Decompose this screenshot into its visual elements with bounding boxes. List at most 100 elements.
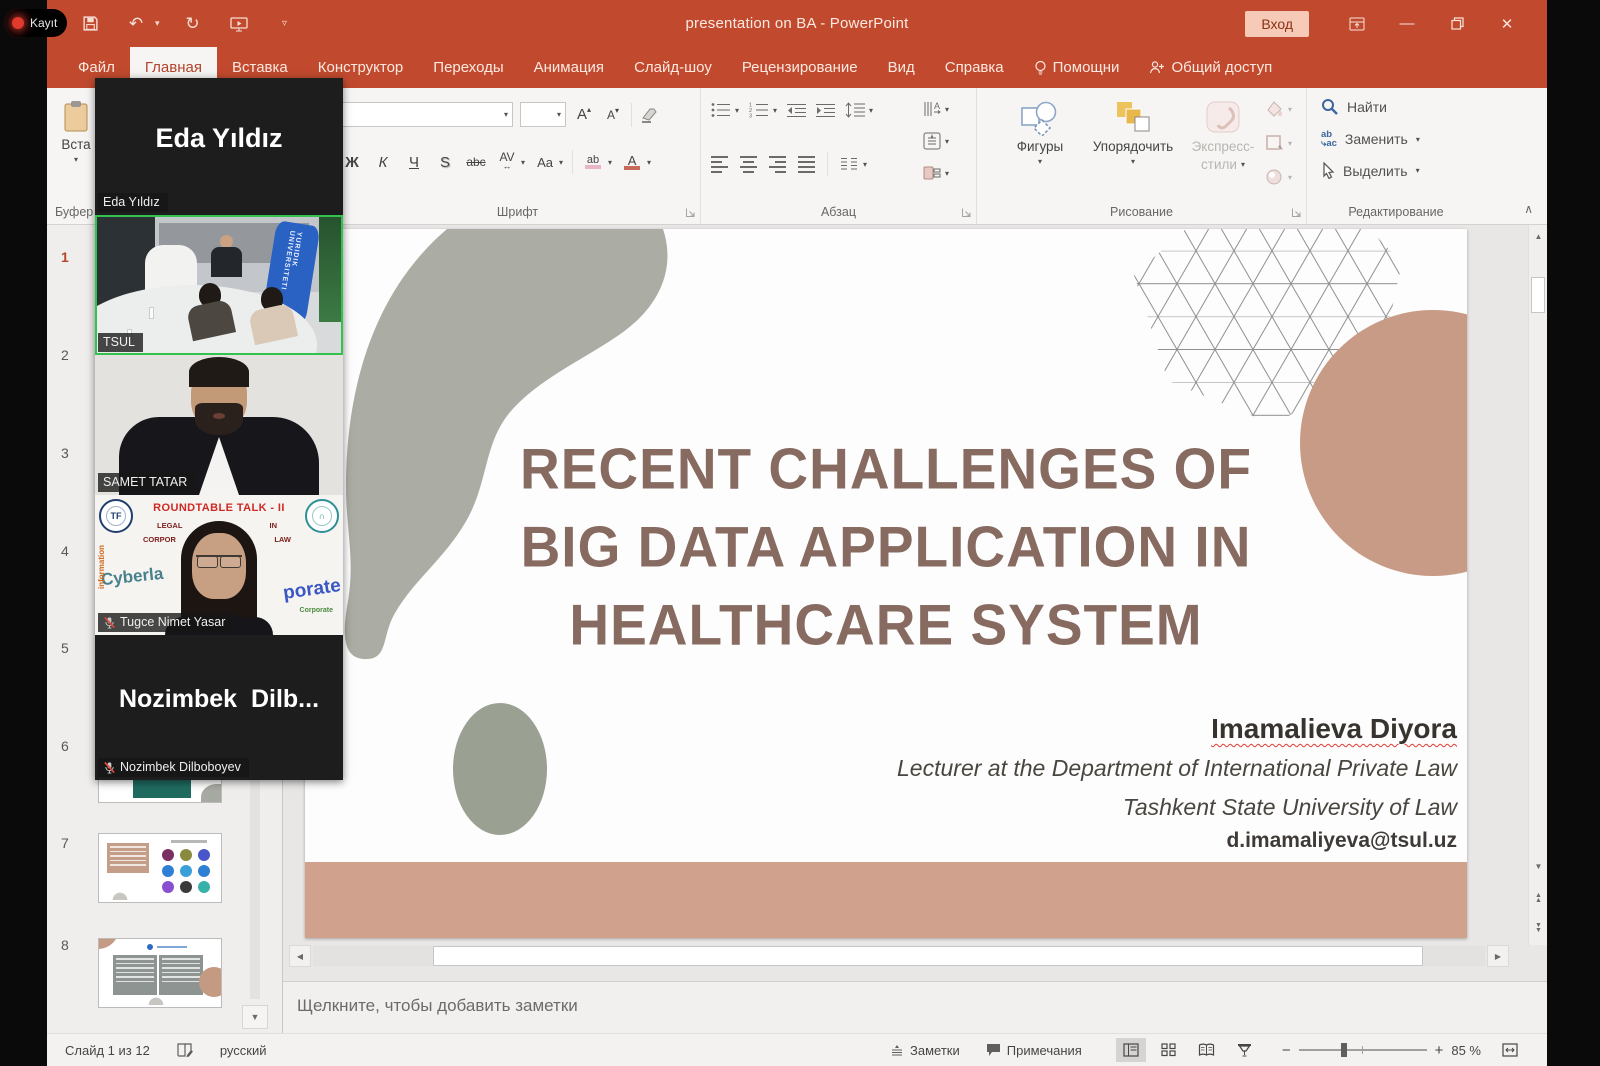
scroll-left-icon[interactable]: ◀ (289, 945, 311, 967)
horizontal-scroll-thumb[interactable] (433, 946, 1423, 966)
thumb-number-3[interactable]: 3 (61, 445, 69, 461)
next-slide-button[interactable]: ▼▼ (1530, 919, 1547, 937)
participant-tile-samet[interactable]: SAMET TATAR (95, 355, 343, 495)
language-indicator[interactable]: русский (220, 1043, 267, 1058)
previous-slide-button[interactable]: ▲▲ (1530, 889, 1547, 907)
zoom-slider[interactable] (1299, 1049, 1427, 1051)
shape-outline-icon[interactable] (1265, 134, 1284, 152)
zoom-slider-thumb[interactable] (1341, 1043, 1347, 1057)
vertical-scroll-thumb[interactable] (1531, 277, 1545, 313)
ribbon-display-options-icon[interactable] (1337, 9, 1377, 39)
notes-pane[interactable]: Щелкните, чтобы добавить заметки (283, 981, 1547, 1033)
tab-share[interactable]: Общий доступ (1134, 47, 1287, 88)
close-button[interactable]: ✕ (1487, 9, 1527, 39)
notes-toggle[interactable]: Заметки (890, 1043, 960, 1058)
quick-styles-button[interactable]: Экспресс- стили▾ (1183, 100, 1263, 172)
paste-button[interactable]: Вста ▾ (61, 100, 91, 164)
font-name-combobox[interactable]: ▾ (341, 102, 513, 127)
participant-tile-eda[interactable]: Eda Yıldız Eda Yıldız (95, 78, 343, 215)
change-case-button[interactable]: Aa (534, 150, 556, 174)
slideshow-view-button[interactable] (1230, 1038, 1260, 1062)
columns-button[interactable] (840, 157, 858, 171)
fit-slide-to-window-icon[interactable] (1495, 1038, 1525, 1062)
tab-help[interactable]: Справка (930, 47, 1019, 88)
zoom-in-icon[interactable]: + (1435, 1042, 1444, 1059)
font-dialog-launcher-icon[interactable] (685, 207, 696, 218)
slide-sorter-view-button[interactable] (1154, 1038, 1184, 1062)
thumb-number-5[interactable]: 5 (61, 640, 69, 656)
thumb-number-1[interactable]: 1 (61, 249, 69, 265)
thumbnail-scroll-down-icon[interactable]: ▼ (242, 1005, 268, 1029)
shapes-button[interactable]: Фигуры ▾ (997, 100, 1083, 166)
shrink-font-button[interactable]: А▾ (602, 103, 624, 127)
grow-font-button[interactable]: А▴ (573, 103, 595, 127)
participant-tile-nozimbek[interactable]: Nozimbek Dilb... Nozimbek Dilboboyev (95, 635, 343, 780)
italic-button[interactable]: К (372, 150, 394, 174)
slide-title[interactable]: RECENT CHALLENGES OF BIG DATA APPLICATIO… (305, 431, 1467, 665)
character-spacing-button[interactable]: AV↔ (496, 150, 518, 174)
align-left-button[interactable] (711, 153, 728, 176)
text-highlight-button[interactable]: ab (582, 150, 604, 174)
tab-assistant[interactable]: Помощни (1019, 47, 1135, 88)
convert-smartart-button[interactable] (923, 164, 941, 182)
align-text-button[interactable] (923, 132, 941, 150)
thumb-number-6[interactable]: 6 (61, 738, 69, 754)
find-button[interactable]: Найти (1347, 99, 1387, 115)
tab-slideshow[interactable]: Слайд-шоу (619, 47, 727, 88)
shape-fill-icon[interactable] (1265, 100, 1284, 118)
font-color-button[interactable]: А (621, 150, 643, 174)
sign-in-button[interactable]: Вход (1245, 11, 1309, 37)
clear-formatting-icon[interactable] (639, 103, 661, 127)
thumb-number-4[interactable]: 4 (61, 543, 69, 559)
minimize-button[interactable]: — (1387, 9, 1427, 39)
text-direction-button[interactable]: A (923, 100, 941, 118)
notes-placeholder[interactable]: Щелкните, чтобы добавить заметки (297, 996, 578, 1016)
thumb-number-2[interactable]: 2 (61, 347, 69, 363)
scroll-up-icon[interactable]: ▲ (1530, 227, 1547, 245)
thumb-number-8[interactable]: 8 (61, 937, 69, 953)
zoom-level[interactable]: 85 % (1451, 1043, 1481, 1058)
align-center-button[interactable] (740, 153, 757, 176)
slide-editor[interactable]: RECENT CHALLENGES OF BIG DATA APPLICATIO… (305, 229, 1467, 938)
slide-7-thumbnail[interactable] (98, 833, 222, 903)
select-button[interactable]: Выделить (1343, 163, 1408, 179)
reading-view-button[interactable] (1192, 1038, 1222, 1062)
text-shadow-button[interactable]: S (434, 150, 456, 174)
restore-button[interactable] (1437, 9, 1477, 39)
zoom-out-icon[interactable]: − (1282, 1042, 1291, 1059)
author-block[interactable]: Imamalieva Diyora Lecturer at the Depart… (897, 713, 1457, 853)
scroll-right-icon[interactable]: ▶ (1487, 945, 1509, 967)
paragraph-dialog-launcher-icon[interactable] (961, 207, 972, 218)
slide-counter[interactable]: Слайд 1 из 12 (65, 1043, 150, 1058)
comments-toggle[interactable]: Примечания (986, 1043, 1082, 1058)
tab-animations[interactable]: Анимация (519, 47, 619, 88)
underline-button[interactable]: Ч (403, 150, 425, 174)
strikethrough-button[interactable]: abc (465, 150, 487, 174)
tab-view[interactable]: Вид (873, 47, 930, 88)
participant-tile-tsul[interactable]: YURIDIK UNIVERSITETI TSUL (95, 215, 343, 355)
bold-button[interactable]: Ж (341, 150, 363, 174)
replace-button[interactable]: Заменить (1345, 131, 1408, 147)
shape-effects-icon[interactable] (1265, 168, 1284, 186)
bullets-button[interactable] (711, 102, 731, 118)
justify-button[interactable] (798, 153, 815, 176)
arrange-button[interactable]: Упорядочить ▾ (1085, 100, 1181, 166)
normal-view-button[interactable] (1116, 1038, 1146, 1062)
line-spacing-button[interactable] (845, 102, 865, 118)
slide-8-thumbnail[interactable] (98, 938, 222, 1008)
increase-indent-button[interactable] (816, 103, 835, 118)
scroll-down-icon[interactable]: ▼ (1530, 857, 1547, 875)
meeting-participants-overlay[interactable]: Eda Yıldız Eda Yıldız YURIDIK UNIVERSITE… (95, 78, 343, 780)
drawing-dialog-launcher-icon[interactable] (1291, 207, 1302, 218)
font-size-combobox[interactable]: ▾ (520, 102, 566, 127)
numbering-button[interactable]: 123 (749, 102, 769, 118)
accessibility-check-icon[interactable] (176, 1042, 194, 1058)
participant-tile-tugce[interactable]: TF ∩ ROUNDTABLE TALK - II LEGAL IN CORPO… (95, 495, 343, 635)
align-right-button[interactable] (769, 153, 786, 176)
tab-transitions[interactable]: Переходы (418, 47, 518, 88)
thumb-number-7[interactable]: 7 (61, 835, 69, 851)
collapse-ribbon-icon[interactable]: ∧ (1524, 202, 1533, 216)
tab-review[interactable]: Рецензирование (727, 47, 873, 88)
horizontal-scroll-track[interactable] (313, 946, 1485, 966)
decrease-indent-button[interactable] (787, 103, 806, 118)
